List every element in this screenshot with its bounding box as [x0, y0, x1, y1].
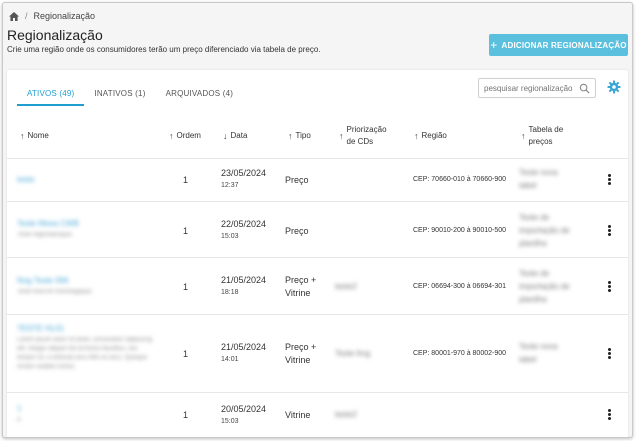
row-divider: [7, 257, 628, 258]
row-time: 14:01: [221, 356, 239, 363]
search-input[interactable]: [484, 83, 580, 93]
add-regionalization-label: ADICIONAR REGIONALIZAÇÃO: [501, 40, 627, 50]
add-regionalization-button[interactable]: + ADICIONAR REGIONALIZAÇÃO: [489, 34, 628, 56]
search-box: [478, 78, 596, 98]
sort-arrow-up-icon: ↑: [20, 131, 25, 141]
row-name-link[interactable]: 1: [17, 403, 21, 415]
gear-icon[interactable]: [607, 80, 621, 94]
sort-arrow-down-icon: ↓: [223, 131, 228, 141]
sort-arrow-up-icon: ↑: [414, 131, 419, 141]
row-tabela-line1: Teste nova: [519, 342, 558, 351]
row-time: 18:18: [221, 289, 239, 296]
row-date: 21/05/2024: [221, 342, 267, 352]
row-description: Teste regionalização: [17, 232, 72, 238]
column-header-tabela-precos[interactable]: ↑ Tabela de preços: [521, 124, 563, 148]
row-menu-icon[interactable]: [604, 280, 614, 294]
row-ordem: 1: [183, 282, 189, 292]
column-header-priorizacao[interactable]: ↑ Priorização de CDs: [339, 124, 387, 148]
row-description: a: [17, 417, 21, 423]
row-menu-icon[interactable]: [604, 224, 614, 238]
row-description: Lorem ipsum dolor sit amet, consectetur …: [17, 337, 153, 370]
row-date: 22/05/2024: [221, 219, 267, 229]
regionalization-card: ATIVOS (49) INATIVOS (1) ARQUIVADOS (4): [7, 70, 628, 437]
row-menu-icon[interactable]: [604, 347, 614, 361]
row-priorizacao: teste2: [335, 410, 357, 419]
row-ordem: 1: [183, 175, 189, 185]
plus-icon: +: [490, 38, 498, 52]
column-header-ordem[interactable]: ↑ Ordem: [169, 130, 201, 142]
tab-inativos[interactable]: INATIVOS (1): [84, 82, 155, 106]
page-title: Regionalização: [7, 27, 103, 43]
row-tipo-line2: Vitrine: [285, 288, 311, 298]
row-tipo-line1: Preço +: [285, 342, 317, 352]
row-name-link[interactable]: teste: [17, 174, 34, 186]
column-header-data[interactable]: ↓ Data: [223, 130, 247, 142]
tab-ativos[interactable]: ATIVOS (49): [17, 82, 85, 106]
column-header-regiao[interactable]: ↑ Região: [414, 130, 447, 142]
row-description: Teste final em homologação: [17, 289, 92, 295]
tab-arquivados[interactable]: ARQUIVADOS (4): [156, 82, 244, 106]
row-date: 21/05/2024: [221, 275, 267, 285]
row-tipo-line2: Vitrine: [285, 355, 311, 365]
row-tabela-line2: importação de: [519, 226, 570, 235]
breadcrumb: / Regionalização: [9, 10, 95, 22]
row-tabela-line2: tabel: [519, 355, 537, 364]
row-name-link[interactable]: Teste Mesa CWB: [17, 218, 79, 230]
row-regiao: CEP: 80001-970 à 80002-900: [413, 350, 507, 357]
row-tabela-line2: tabel: [519, 181, 537, 190]
row-tipo: Preço: [285, 226, 309, 236]
home-icon[interactable]: [9, 11, 19, 21]
sort-arrow-up-icon: ↑: [339, 131, 344, 141]
row-priorizacao: Teste Ang: [335, 349, 371, 358]
row-regiao: CEP: 90010-200 à 90010-500: [413, 227, 507, 234]
row-priorizacao: teste2: [335, 282, 357, 291]
row-name-link[interactable]: TESTE HL01: [17, 323, 64, 335]
search-icon[interactable]: [579, 83, 590, 94]
row-divider: [7, 314, 628, 315]
breadcrumb-current: Regionalização: [33, 11, 96, 21]
row-divider: [7, 392, 628, 393]
column-header-tipo[interactable]: ↑ Tipo: [288, 130, 311, 142]
row-date: 20/05/2024: [221, 404, 267, 414]
row-menu-icon[interactable]: [604, 408, 614, 422]
row-date: 23/05/2024: [221, 168, 267, 178]
header-divider: [7, 158, 628, 159]
sort-arrow-up-icon: ↑: [169, 131, 174, 141]
row-tipo: Vitrine: [285, 410, 311, 420]
row-tabela-line3: planilha: [519, 295, 547, 304]
row-tabela-line3: planilha: [519, 239, 547, 248]
row-time: 15:03: [221, 418, 239, 425]
column-header-nome[interactable]: ↑ Nome: [20, 130, 49, 142]
row-tabela-line1: Teste nova: [519, 168, 558, 177]
row-time: 15:03: [221, 233, 239, 240]
row-divider: [7, 201, 628, 202]
row-ordem: 1: [183, 349, 189, 359]
sort-arrow-up-icon: ↑: [521, 131, 526, 141]
breadcrumb-separator: /: [25, 11, 28, 21]
row-tipo-line1: Preço +: [285, 275, 317, 285]
row-regiao: CEP: 70660-010 à 70660-900: [413, 176, 507, 183]
row-name-link[interactable]: Nog Teste 066: [17, 275, 68, 287]
row-tabela-line2: importação de: [519, 282, 570, 291]
row-time: 12:37: [221, 182, 239, 189]
row-tabela-line1: Teste de: [519, 269, 550, 278]
row-ordem: 1: [183, 410, 189, 420]
row-ordem: 1: [183, 226, 189, 236]
status-tabs: ATIVOS (49) INATIVOS (1) ARQUIVADOS (4): [17, 82, 243, 106]
row-tabela-line1: Teste de: [519, 213, 550, 222]
sort-arrow-up-icon: ↑: [288, 131, 293, 141]
app-window: / Regionalização Regionalização Crie uma…: [2, 2, 633, 438]
row-regiao: CEP: 06694-300 à 06694-301: [413, 283, 507, 290]
row-menu-icon[interactable]: [604, 173, 614, 187]
page-subtitle: Crie uma região onde os consumidores ter…: [7, 45, 321, 54]
row-tipo: Preço: [285, 175, 309, 185]
